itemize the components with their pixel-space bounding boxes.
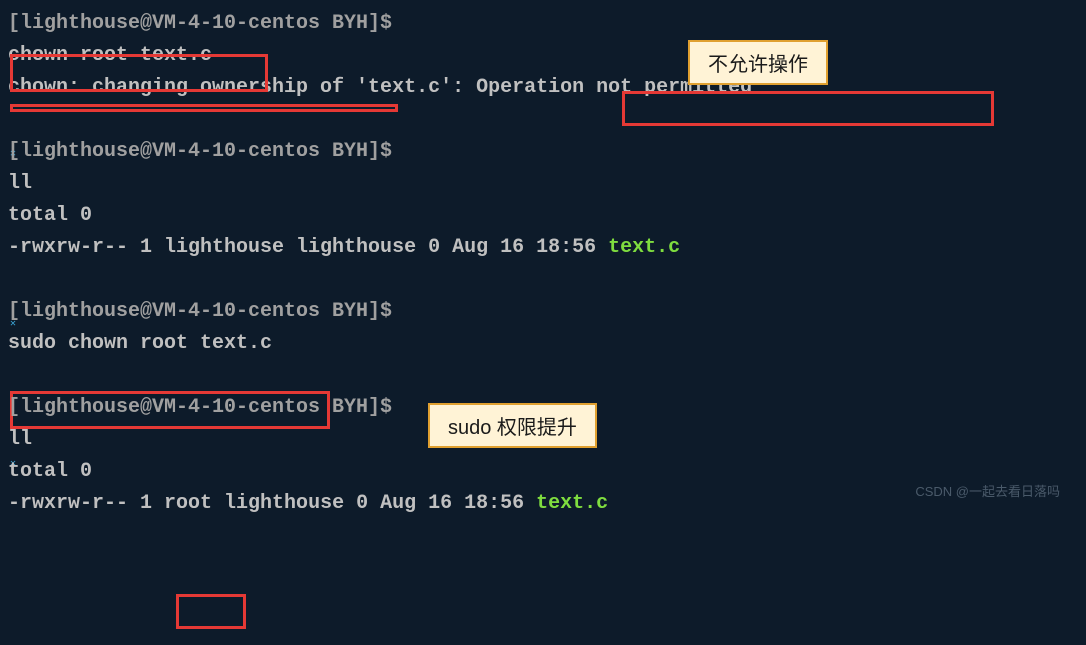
prompt-line: [lighthouse@VM-4-10-centos BYH]$	[8, 8, 1078, 40]
total-text: total 0	[8, 204, 92, 227]
cmd-sudo-chown: sudo chown root text.c	[8, 332, 272, 355]
annotation-not-permitted: 不允许操作	[688, 40, 828, 85]
command-line: ll	[8, 424, 1078, 456]
terminal-window[interactable]: [lighthouse@VM-4-10-centos BYH]$ chown r…	[8, 8, 1078, 520]
command-line: chown root text.c	[8, 40, 1078, 72]
ls-entry: -rwxrw-r-- 1 lighthouse lighthouse 0 Aug…	[8, 232, 1078, 264]
command-line: sudo chown root text.c	[8, 328, 1078, 360]
prompt-line: [lighthouse@VM-4-10-centos BYH]$	[8, 136, 1078, 168]
shell-prompt: [lighthouse@VM-4-10-centos BYH]$	[8, 300, 392, 323]
output-line: total 0	[8, 200, 1078, 232]
shell-prompt: [lighthouse@VM-4-10-centos BYH]$	[8, 140, 392, 163]
output-prefix: chown: changing ownership of 'text.c':	[8, 76, 476, 99]
prompt-line: [lighthouse@VM-4-10-centos BYH]$	[8, 392, 1078, 424]
shell-prompt: [lighthouse@VM-4-10-centos BYH]$	[8, 12, 392, 35]
output-line: chown: changing ownership of 'text.c': O…	[8, 72, 1078, 104]
highlight-box-root	[176, 594, 246, 629]
command-line: ll	[8, 168, 1078, 200]
file-name: text.c	[608, 236, 680, 259]
perm-post: lighthouse 0 Aug 16 18:56	[212, 492, 536, 515]
total-text: total 0	[8, 460, 92, 483]
csdn-watermark: CSDN @一起去看日落吗	[915, 481, 1060, 500]
cmd-chown: chown root text.c	[8, 44, 212, 67]
perm-pre: -rwxrw-r-- 1	[8, 492, 164, 515]
file-perms: -rwxrw-r-- 1 lighthouse lighthouse 0 Aug…	[8, 236, 608, 259]
cmd-ll: ll	[8, 428, 32, 451]
prompt-line: [lighthouse@VM-4-10-centos BYH]$	[8, 296, 1078, 328]
shell-prompt: [lighthouse@VM-4-10-centos BYH]$	[8, 396, 392, 419]
file-name: text.c	[536, 492, 608, 515]
owner-root: root	[164, 492, 212, 515]
cmd-ll: ll	[8, 172, 32, 195]
